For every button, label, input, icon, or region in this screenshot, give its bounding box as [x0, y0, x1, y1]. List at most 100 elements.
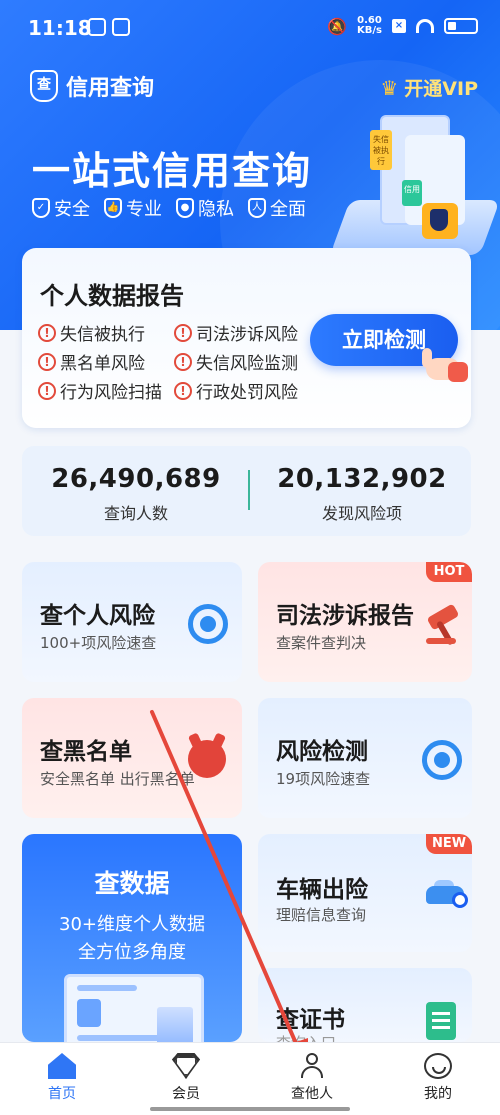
feature-label: 专业	[126, 199, 162, 220]
radar-icon	[422, 740, 462, 780]
tile-subtitle: 安全黑名单 出行黑名单	[40, 770, 195, 788]
illustration-shield-icon	[422, 203, 458, 239]
tile-title: 查证书	[276, 1007, 345, 1033]
risk-label: 失信被执行	[60, 325, 145, 345]
nav-home[interactable]: 首页	[12, 1053, 112, 1103]
radar-icon	[188, 604, 228, 644]
nav-label: 首页	[48, 1086, 76, 1102]
feature-privacy: ● 隐私	[176, 195, 234, 221]
risk-item: ! 行为风险扫描	[38, 378, 162, 403]
brand-name: 信用查询	[66, 76, 155, 101]
battery-icon	[444, 18, 478, 34]
privacy-shield-icon: ●	[176, 198, 194, 218]
thumbs-up-icon: 👍	[104, 198, 122, 218]
vip-button[interactable]: ♛ 开通VIP	[380, 74, 478, 101]
tile-judicial-report[interactable]: HOT 司法涉诉报告 查案件查判决	[258, 562, 472, 682]
tile-check-data[interactable]: 查数据 30+维度个人数据 全方位多角度	[22, 834, 242, 1042]
status-notification-icons	[88, 18, 130, 36]
devil-icon	[188, 740, 226, 778]
message-icon	[112, 18, 130, 36]
bottom-navigation: 首页 会员 查他人 我的	[0, 1042, 500, 1115]
status-time: 11:18	[28, 16, 92, 40]
tile-personal-risk[interactable]: 查个人风险 100+项风险速查	[22, 562, 242, 682]
home-indicator[interactable]	[150, 1107, 350, 1111]
tile-subtitle: 理赔信息查询	[276, 906, 367, 924]
risk-label: 失信风险监测	[196, 354, 298, 374]
risk-item: ! 行政处罚风险	[174, 378, 298, 403]
certificate-icon	[426, 1002, 456, 1040]
tile-title: 查数据	[94, 869, 170, 898]
tile-title: 查个人风险	[40, 603, 155, 629]
wifi-icon	[416, 19, 434, 33]
smile-face-icon	[424, 1053, 452, 1079]
feature-label: 全面	[270, 199, 306, 220]
risk-item: ! 黑名单风险	[38, 349, 145, 374]
sim-icon: ×	[392, 19, 406, 33]
feature-comprehensive: 人 全面	[248, 195, 306, 221]
check-shield-icon: ✓	[32, 198, 50, 218]
nav-label: 会员	[172, 1086, 200, 1102]
warning-icon: !	[38, 352, 56, 371]
car-search-icon	[426, 878, 468, 908]
hero-headline: 一站式信用查询	[32, 149, 313, 193]
tile-blacklist[interactable]: 查黑名单 安全黑名单 出行黑名单	[22, 698, 242, 818]
gavel-icon	[424, 603, 464, 646]
status-right-group: 🔕 0.60 KB/s ×	[327, 16, 478, 36]
tile-title: 风险检测	[276, 739, 368, 765]
tile-risk-detection[interactable]: 风险检测 19项风险速查	[258, 698, 472, 818]
statistics-panel: 26,490,689 查询人数 20,132,902 发现风险项	[22, 446, 471, 536]
report-title: 个人数据报告	[40, 282, 184, 310]
network-speed-unit: KB/s	[357, 25, 382, 36]
hero-illustration: 失信被执行 信用	[329, 105, 500, 255]
brand-shield-icon: 查	[30, 70, 58, 102]
home-icon	[48, 1053, 76, 1079]
crown-icon: ♛	[380, 75, 399, 100]
tile-subtitle: 查询入口	[276, 1032, 336, 1042]
network-speed: 0.60 KB/s	[357, 16, 382, 36]
feature-label: 隐私	[198, 199, 234, 220]
stat-divider	[248, 470, 250, 510]
tile-subtitle: 19项风险速查	[276, 770, 371, 788]
personal-report-card[interactable]: 个人数据报告 ! 失信被执行 ! 司法涉诉风险 ! 黑名单风险 ! 失信风险监测…	[22, 248, 471, 428]
stat-value: 26,490,689	[51, 464, 221, 494]
risk-label: 黑名单风险	[60, 354, 145, 374]
hot-badge: HOT	[426, 562, 472, 582]
risk-label: 行为风险扫描	[60, 383, 162, 403]
stat-label: 发现风险项	[321, 504, 402, 523]
warning-icon: !	[174, 352, 192, 371]
feature-safe: ✓ 安全	[32, 195, 90, 221]
tile-subtitle-line1: 30+维度个人数据	[59, 914, 205, 935]
tile-subtitle-line2: 全方位多角度	[78, 942, 186, 963]
nav-mine[interactable]: 我的	[388, 1053, 488, 1103]
tile-subtitle: 查案件查判决	[276, 634, 367, 652]
app-brand: 查 信用查询	[30, 70, 154, 102]
mute-icon: 🔕	[327, 16, 348, 36]
risk-item: ! 司法涉诉风险	[174, 320, 298, 345]
stat-label: 查询人数	[103, 504, 168, 523]
nav-label: 我的	[424, 1086, 452, 1102]
tile-certificate[interactable]: 查证书 查询入口	[258, 968, 472, 1042]
tile-title: 司法涉诉报告	[276, 603, 414, 629]
risk-label: 行政处罚风险	[196, 383, 298, 403]
nav-membership[interactable]: 会员	[136, 1053, 236, 1103]
warning-icon: !	[174, 323, 192, 342]
tile-subtitle: 100+项风险速查	[40, 634, 157, 652]
tile-vehicle-claims[interactable]: NEW 车辆出险 理赔信息查询	[258, 834, 472, 952]
data-dashboard-illustration	[64, 974, 204, 1042]
risk-item: ! 失信被执行	[38, 320, 145, 345]
stat-value: 20,132,902	[277, 464, 447, 494]
person-shield-icon: 人	[248, 198, 266, 218]
warning-icon: !	[38, 323, 56, 342]
feature-professional: 👍 专业	[104, 195, 162, 221]
new-badge: NEW	[426, 834, 472, 854]
notification-icon	[88, 18, 106, 36]
pointing-hand-icon	[422, 348, 470, 388]
stat-query-count: 26,490,689 查询人数	[36, 464, 236, 524]
tile-title: 查黑名单	[40, 739, 132, 765]
nav-label: 查他人	[291, 1086, 333, 1102]
tile-title: 车辆出险	[276, 877, 368, 903]
nav-check-others[interactable]: 查他人	[262, 1053, 362, 1103]
vip-label: 开通VIP	[404, 78, 478, 100]
illustration-tag: 信用	[402, 180, 422, 206]
warning-icon: !	[174, 381, 192, 400]
